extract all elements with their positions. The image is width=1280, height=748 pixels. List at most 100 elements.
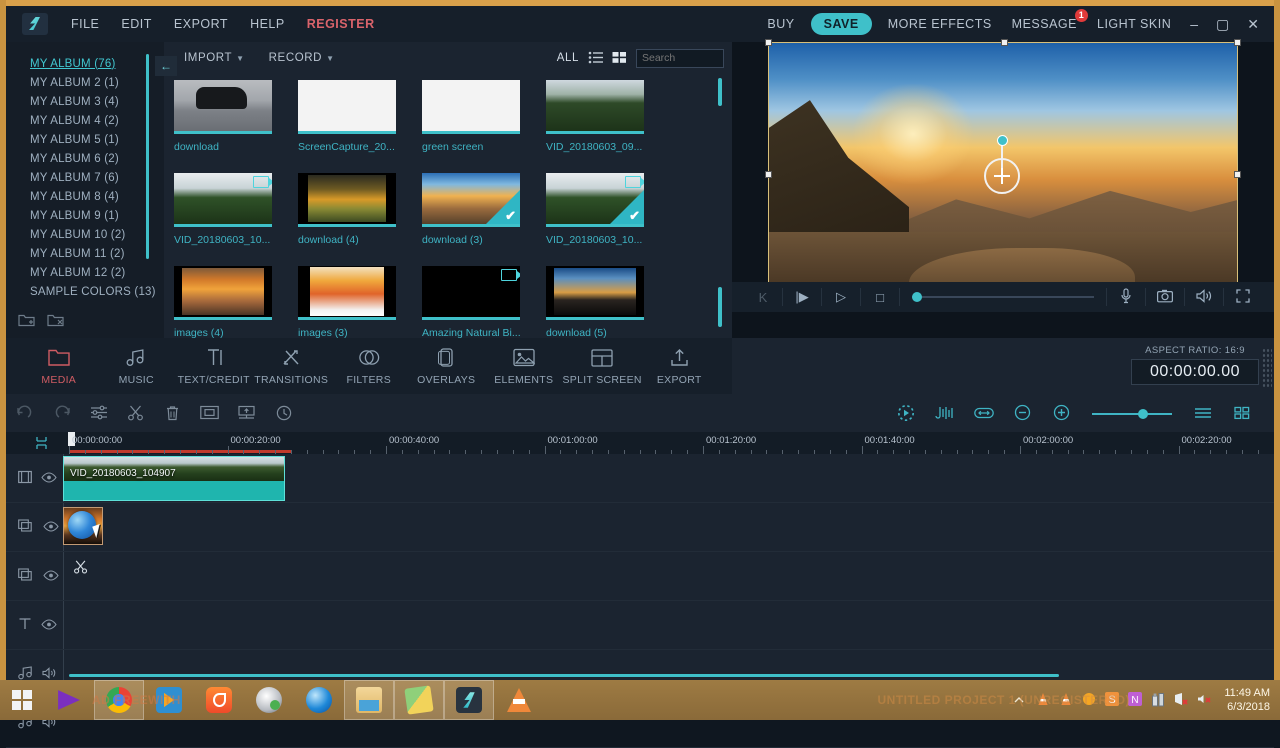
speaker-icon[interactable] [1185, 288, 1223, 306]
new-album-icon[interactable] [18, 312, 35, 332]
tab-transitions[interactable]: TRANSITIONS [253, 347, 331, 386]
media-thumbnail[interactable]: ✔ [546, 173, 644, 227]
taskbar-item-file-explorer[interactable] [344, 680, 394, 720]
media-item[interactable]: VID_20180603_10... [174, 173, 298, 266]
resize-handle-tl[interactable] [765, 39, 772, 46]
render-preview-icon[interactable] [887, 404, 924, 425]
trash-icon[interactable] [154, 405, 191, 424]
play-button[interactable]: ▷ [822, 289, 860, 305]
media-thumbnail[interactable] [546, 80, 644, 134]
close-button[interactable]: ✕ [1238, 6, 1268, 42]
timeline-zoom-slider[interactable] [1092, 407, 1172, 421]
media-thumbnail[interactable]: ✔ [422, 173, 520, 227]
album-item-5[interactable]: MY ALBUM 5 (1) [6, 130, 164, 149]
resize-handle-tc[interactable] [1001, 39, 1008, 46]
media-item[interactable]: download (4) [298, 173, 422, 266]
taskbar-item-uc-browser[interactable] [194, 680, 244, 720]
resize-handle-mr[interactable] [1234, 171, 1241, 178]
import-button[interactable]: IMPORT ▼ [172, 52, 257, 64]
clock-icon[interactable] [265, 405, 302, 424]
zoom-in-icon[interactable] [1043, 404, 1080, 424]
media-thumbnail[interactable] [174, 266, 272, 320]
taskbar-item-internet-explorer[interactable] [294, 680, 344, 720]
chevron-up-icon[interactable] [1013, 692, 1029, 708]
tab-media[interactable]: MEDIA [20, 347, 98, 386]
tab-elements[interactable]: ELEMENTS [485, 347, 563, 386]
delete-album-icon[interactable] [47, 312, 64, 332]
timeline-horizontal-scrollbar[interactable] [69, 674, 1059, 677]
fullscreen-icon[interactable] [1224, 288, 1262, 306]
taskbar-clock[interactable]: 11:49 AM 6/3/2018 [1220, 686, 1270, 714]
menu-export[interactable]: EXPORT [163, 6, 239, 42]
maximize-button[interactable]: ▢ [1207, 6, 1238, 42]
minimize-button[interactable]: – [1181, 6, 1207, 42]
taskbar-item-vlc[interactable] [494, 680, 544, 720]
crop-icon[interactable] [191, 405, 228, 423]
media-thumbnail[interactable] [298, 266, 396, 320]
jump-end-button[interactable]: |▶ [783, 289, 821, 305]
taskbar-item-filmora[interactable] [444, 680, 494, 720]
eye-icon[interactable] [41, 618, 57, 633]
zoom-thumb[interactable] [1138, 409, 1148, 419]
collapse-sidebar-button[interactable]: ← [155, 56, 177, 76]
media-thumbnail[interactable] [422, 80, 520, 134]
camera-icon[interactable] [1146, 289, 1184, 306]
list-lines-icon[interactable] [1184, 406, 1221, 423]
search-box[interactable] [636, 48, 777, 68]
windows-start-icon[interactable] [0, 680, 44, 720]
volume-muted-icon[interactable] [1197, 692, 1213, 708]
album-item-8[interactable]: MY ALBUM 8 (4) [6, 187, 164, 206]
fit-width-icon[interactable] [965, 406, 1002, 423]
taskbar-item-mediaplayer-purple[interactable] [44, 680, 94, 720]
zoom-out-icon[interactable] [1004, 404, 1041, 424]
undo-button[interactable] [6, 405, 43, 423]
media-item[interactable]: images (3) [298, 266, 422, 338]
vlc-cone-icon[interactable] [1036, 692, 1052, 708]
stop-button[interactable]: □ [861, 290, 899, 305]
media-item[interactable]: images (4) [174, 266, 298, 338]
album-item-2[interactable]: MY ALBUM 2 (1) [6, 73, 164, 92]
text-track[interactable] [6, 601, 1274, 650]
grid-squares-icon[interactable] [1223, 406, 1260, 423]
grid-view-icon[interactable] [612, 51, 627, 65]
menu-help[interactable]: HELP [239, 6, 296, 42]
resize-handle-tr[interactable] [1234, 39, 1241, 46]
more-effects-button[interactable]: MORE EFFECTS [878, 6, 1002, 42]
taskbar-item-kmplayer[interactable] [244, 680, 294, 720]
microphone-icon[interactable] [1107, 287, 1145, 307]
media-thumbnail[interactable] [298, 173, 396, 227]
album-scrollbar[interactable] [146, 54, 149, 259]
project-timecode[interactable]: 00:00:00.00 [1131, 359, 1259, 385]
media-item[interactable]: ✔ VID_20180603_10... [546, 173, 670, 266]
media-thumbnail[interactable] [422, 266, 520, 320]
buy-button[interactable]: BUY [757, 6, 804, 42]
redo-button[interactable] [43, 405, 80, 423]
media-item[interactable]: ✔ download (3) [422, 173, 546, 266]
tab-overlays[interactable]: OVERLAYS [408, 347, 486, 386]
album-item-11[interactable]: MY ALBUM 11 (2) [6, 244, 164, 263]
album-item-1[interactable]: MY ALBUM (76) [6, 54, 164, 73]
list-view-icon[interactable] [588, 51, 603, 65]
media-thumbnail[interactable] [298, 80, 396, 134]
s-letter-icon[interactable]: S [1105, 692, 1121, 708]
album-item-3[interactable]: MY ALBUM 3 (4) [6, 92, 164, 111]
eye-icon[interactable] [41, 471, 57, 486]
circle-icon[interactable] [1082, 692, 1098, 708]
preview-seek-slider[interactable] [912, 286, 1094, 308]
resize-handle-ml[interactable] [765, 171, 772, 178]
media-item[interactable]: VID_20180603_09... [546, 80, 670, 173]
jump-start-button[interactable]: K [744, 290, 782, 305]
overlay-track-1[interactable] [6, 503, 1274, 552]
sliders-icon[interactable] [80, 405, 117, 423]
pan-knob[interactable] [997, 135, 1008, 146]
light-skin-button[interactable]: LIGHT SKIN [1087, 6, 1181, 42]
eye-icon[interactable] [43, 520, 59, 535]
album-item-4[interactable]: MY ALBUM 4 (2) [6, 111, 164, 130]
taskbar-item-photos[interactable] [394, 680, 444, 720]
menu-edit[interactable]: EDIT [110, 6, 162, 42]
taskbar-item-chrome[interactable] [94, 680, 144, 720]
tab-text-credit[interactable]: TEXT/CREDIT [175, 347, 253, 386]
taskbar-item-wmp[interactable] [144, 680, 194, 720]
media-thumbnail[interactable] [174, 173, 272, 227]
media-item[interactable]: download (5) [546, 266, 670, 338]
